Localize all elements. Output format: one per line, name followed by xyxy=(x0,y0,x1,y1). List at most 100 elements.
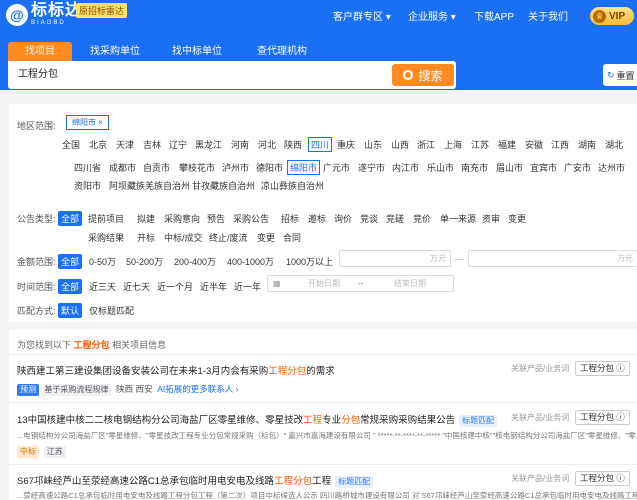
province-item[interactable]: 河南 xyxy=(231,138,249,151)
city-item[interactable]: 攀枝花市 xyxy=(179,161,215,174)
time-option[interactable]: 近一年 xyxy=(234,280,261,293)
nav-enterprise-services[interactable]: 企业服务 ▾ xyxy=(408,8,456,23)
city-item[interactable]: 泸州市 xyxy=(222,161,249,174)
province-item[interactable]: 山西 xyxy=(391,138,409,151)
city-item[interactable]: 广安市 xyxy=(564,161,591,174)
notice-type-item[interactable]: 采购公告 xyxy=(233,212,269,225)
city-item[interactable]: 四川省 xyxy=(74,161,101,174)
province-item[interactable]: 江西 xyxy=(551,138,569,151)
ai-contacts-link[interactable]: AI拓展的更多联系人 › xyxy=(157,384,238,394)
reset-button[interactable]: ↻ 重置 xyxy=(603,64,637,86)
notice-type-item[interactable]: 竞价 xyxy=(413,212,431,225)
notice-type-item[interactable]: 招标 xyxy=(281,212,299,225)
notice-type-item[interactable]: 采购结果 xyxy=(88,231,124,244)
notice-type-item[interactable]: 拟建 xyxy=(137,212,155,225)
city-item[interactable]: 德阳市 xyxy=(256,161,283,174)
city-item[interactable]: 达州市 xyxy=(598,161,625,174)
time-option[interactable]: 近三天 xyxy=(89,280,116,293)
province-item[interactable]: 湖南 xyxy=(578,138,596,151)
notice-type-item[interactable]: 合同 xyxy=(283,231,301,244)
amount-option[interactable]: 0-50万 xyxy=(89,255,116,268)
province-item[interactable]: 浙江 xyxy=(417,138,435,151)
province-item[interactable]: 吉林 xyxy=(143,138,161,151)
search-button[interactable]: 搜索 xyxy=(392,64,454,86)
city-item[interactable]: 凉山彝族自治州 xyxy=(261,179,324,192)
tab-find-projects[interactable]: 找项目 xyxy=(8,42,72,61)
tab-find-agencies[interactable]: 查代理机构 xyxy=(247,42,317,61)
notice-type-item[interactable]: 竞谈 xyxy=(360,212,378,225)
amount-option[interactable]: 200-400万 xyxy=(174,255,216,268)
city-item-selected[interactable]: 绵阳市 xyxy=(287,160,321,175)
notice-type-item[interactable]: 终止/废流 xyxy=(209,231,248,244)
province-item[interactable]: 全国 xyxy=(62,138,80,151)
amount-option[interactable]: 50-200万 xyxy=(126,255,163,268)
notice-type-item[interactable]: 单一来源 xyxy=(440,212,476,225)
province-item-selected[interactable]: 四川 xyxy=(308,137,333,152)
amount-option[interactable]: 1000万以上 xyxy=(286,255,333,268)
province-item[interactable]: 湖北 xyxy=(605,138,623,151)
city-item[interactable]: 眉山市 xyxy=(496,161,523,174)
notice-type-item[interactable]: 开标 xyxy=(137,231,155,244)
notice-type-item[interactable]: 资审 xyxy=(482,212,500,225)
province-item[interactable]: 黑龙江 xyxy=(195,138,222,151)
notice-type-item[interactable]: 变更 xyxy=(257,231,275,244)
province-item[interactable]: 辽宁 xyxy=(169,138,187,151)
city-item[interactable]: 南充市 xyxy=(461,161,488,174)
amount-max-input[interactable]: 万元 xyxy=(468,250,637,267)
province-item[interactable]: 江苏 xyxy=(471,138,489,151)
nav-download-app[interactable]: 下载APP xyxy=(474,8,514,23)
notice-type-all[interactable]: 全部 xyxy=(58,211,83,226)
date-range-input[interactable]: ▦ 开始日期 -- 结束日期 xyxy=(267,275,454,292)
notice-type-item[interactable]: 变更 xyxy=(508,212,526,225)
vip-button[interactable]: ♛ VIP xyxy=(590,7,634,25)
notice-type-item[interactable]: 询价 xyxy=(334,212,352,225)
city-item[interactable]: 遂宁市 xyxy=(358,161,385,174)
nav-customer-zone[interactable]: 客户群专区 ▾ xyxy=(333,8,391,23)
match-default[interactable]: 默认 xyxy=(58,303,83,318)
province-item[interactable]: 北京 xyxy=(89,138,107,151)
time-option[interactable]: 近七天 xyxy=(123,280,150,293)
tab-find-purchasers[interactable]: 找采购单位 xyxy=(80,42,150,61)
province-item[interactable]: 重庆 xyxy=(337,138,355,151)
city-item[interactable]: 广元市 xyxy=(323,161,350,174)
nav-about-us[interactable]: 关于我们 xyxy=(528,8,568,23)
keyword-pill[interactable]: 工程分包 ⓘ xyxy=(575,410,630,425)
keyword-pill[interactable]: 工程分包 ⓘ xyxy=(575,471,630,486)
notice-type-item[interactable]: 邀标 xyxy=(308,212,326,225)
amount-option[interactable]: 400-1000万 xyxy=(227,255,274,268)
time-option[interactable]: 近半年 xyxy=(200,280,227,293)
notice-type-item[interactable]: 中标/成交 xyxy=(164,231,203,244)
result-title[interactable]: S67邛崃经芦山至荥经高速公路C1总承包临时用电安电及线路工程分包工程 标题匹配 xyxy=(17,473,374,488)
province-item[interactable]: 天津 xyxy=(116,138,134,151)
city-item[interactable]: 自贡市 xyxy=(143,161,170,174)
time-all[interactable]: 全部 xyxy=(58,279,83,294)
province-item[interactable]: 福建 xyxy=(498,138,516,151)
city-item[interactable]: 甘孜藏族自治州 xyxy=(192,179,255,192)
keyword-pill[interactable]: 工程分包 ⓘ xyxy=(575,361,630,376)
province-item[interactable]: 河北 xyxy=(258,138,276,151)
province-item[interactable]: 安徽 xyxy=(525,138,543,151)
result-title[interactable]: 13中国核建中核二二核电钢结构分公司海盐厂区零星维修、零星技改工程专业分包常规采… xyxy=(17,412,498,427)
city-item[interactable]: 内江市 xyxy=(392,161,419,174)
search-input[interactable]: 工程分包 xyxy=(8,61,456,89)
notice-type-item[interactable]: 采购意向 xyxy=(164,212,200,225)
match-title-only[interactable]: 仅标题匹配 xyxy=(89,304,134,317)
city-item[interactable]: 阿坝藏族羌族自治州 xyxy=(109,179,190,192)
amount-min-input[interactable]: 万元 xyxy=(339,250,451,267)
city-item[interactable]: 成都市 xyxy=(109,161,136,174)
province-item[interactable]: 陕西 xyxy=(284,138,302,151)
time-option[interactable]: 近一个月 xyxy=(157,280,193,293)
tab-find-winners[interactable]: 找中标单位 xyxy=(162,42,232,61)
amount-all[interactable]: 全部 xyxy=(58,254,83,269)
notice-type-item[interactable]: 竞磋 xyxy=(386,212,404,225)
city-item[interactable]: 资阳市 xyxy=(74,179,101,192)
notice-type-item[interactable]: 预告 xyxy=(207,212,225,225)
selected-region-chip[interactable]: 绵阳市 × xyxy=(66,115,109,130)
notice-type-item[interactable]: 提前项目 xyxy=(88,212,124,225)
city-item[interactable]: 宜宾市 xyxy=(530,161,557,174)
result-title[interactable]: 陕西建工第三建设集团设备安装公司在未来1-3月内会有采购工程分包的需求 xyxy=(17,363,335,377)
province-item[interactable]: 山东 xyxy=(364,138,382,151)
site-logo[interactable]: @ 标标达 BIAOBD xyxy=(6,3,82,26)
province-item[interactable]: 上海 xyxy=(444,138,462,151)
city-item[interactable]: 乐山市 xyxy=(427,161,454,174)
